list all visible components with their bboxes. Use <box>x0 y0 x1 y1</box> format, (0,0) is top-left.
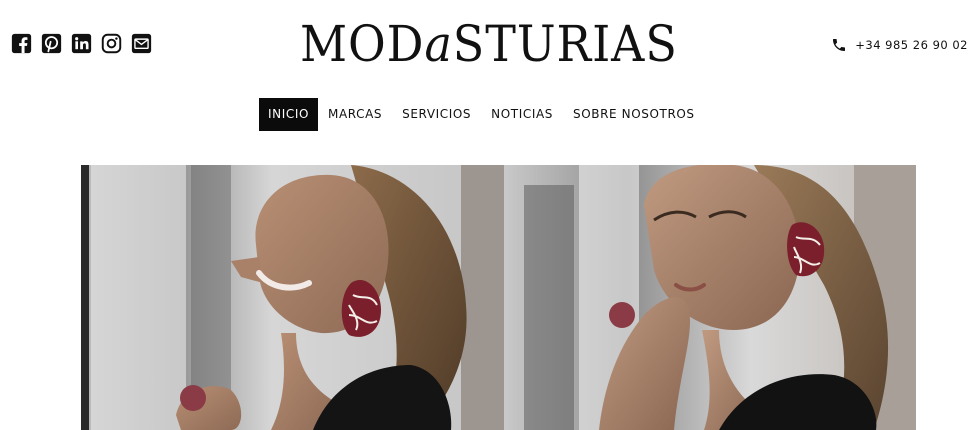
nav-item-marcas[interactable]: MARCAS <box>318 98 392 131</box>
social-links <box>11 33 152 54</box>
email-icon[interactable] <box>131 33 152 54</box>
pinterest-icon[interactable] <box>41 33 62 54</box>
hero-banner <box>81 165 916 430</box>
instagram-icon[interactable] <box>101 33 122 54</box>
nav-item-sobre-nosotros[interactable]: SOBRE NOSOTROS <box>563 98 705 131</box>
nav-item-servicios[interactable]: SERVICIOS <box>392 98 481 131</box>
logo-text-mod: MOD <box>300 15 425 73</box>
nav-item-inicio[interactable]: INICIO <box>259 98 319 131</box>
phone-contact[interactable]: +34 985 26 90 02 <box>831 37 968 53</box>
linkedin-icon[interactable] <box>71 33 92 54</box>
hero-photo-left <box>81 165 504 430</box>
facebook-icon[interactable] <box>11 33 32 54</box>
nav-item-noticias[interactable]: NOTICIAS <box>481 98 563 131</box>
logo-text-a: a <box>424 15 453 73</box>
main-nav: INICIO MARCAS SERVICIOS NOTICIAS SOBRE N… <box>259 98 705 131</box>
site-logo[interactable]: MODaSTURIAS <box>300 18 680 70</box>
phone-icon <box>831 37 847 53</box>
hero-photo-right <box>504 165 916 430</box>
phone-number[interactable]: +34 985 26 90 02 <box>855 38 968 52</box>
logo-text-sturias: STURIAS <box>452 15 678 73</box>
